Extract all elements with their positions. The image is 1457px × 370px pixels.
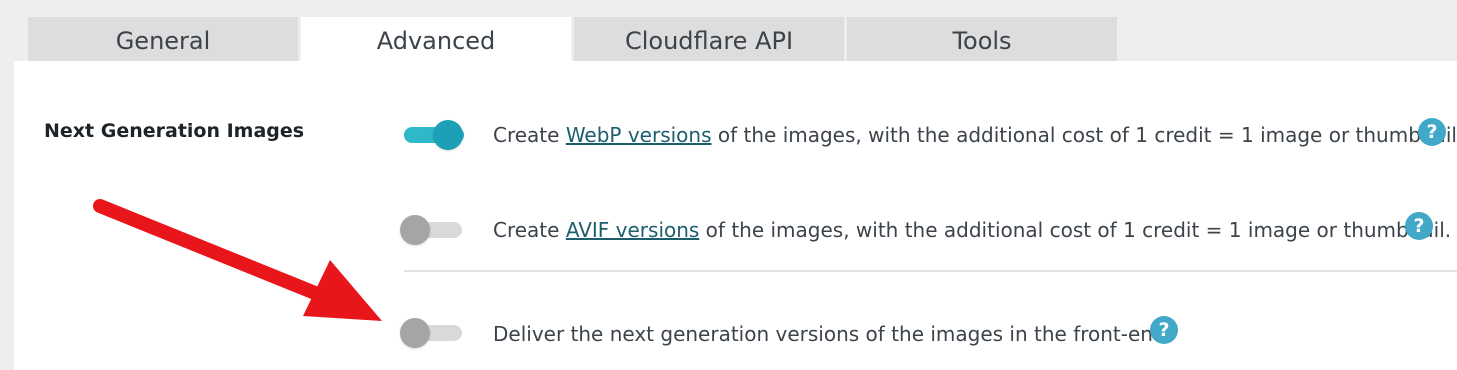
avif-suffix: of the images, with the additional cost … [699,218,1452,242]
avif-prefix: Create [493,218,566,242]
webp-suffix: of the images, with the additional cost … [711,123,1457,147]
webp-versions-link[interactable]: WebP versions [566,123,712,147]
toggle-knob [433,120,463,150]
divider [404,270,1457,272]
avif-versions-link[interactable]: AVIF versions [566,218,700,242]
avif-option-text: Create AVIF versions of the images, with… [493,218,1451,242]
toggle-knob [400,318,430,348]
webp-prefix: Create [493,123,566,147]
toggle-knob [400,215,430,245]
tab-tools[interactable]: Tools [847,17,1117,61]
webp-help-icon[interactable]: ? [1418,118,1446,146]
avif-toggle[interactable] [400,214,464,246]
webp-toggle[interactable] [402,119,466,151]
deliver-next-gen-toggle[interactable] [400,317,464,349]
webp-option-text: Create WebP versions of the images, with… [493,123,1457,147]
deliver-help-icon[interactable]: ? [1150,316,1178,344]
tab-advanced[interactable]: Advanced [301,17,571,61]
deliver-option-text: Deliver the next generation versions of … [493,322,1173,346]
tab-general[interactable]: General [28,17,298,61]
avif-help-icon[interactable]: ? [1405,212,1433,240]
section-label-next-generation-images: Next Generation Images [44,120,305,142]
settings-tabs: General Advanced Cloudflare API Tools [28,17,1120,61]
tab-cloudflare-api[interactable]: Cloudflare API [574,17,844,61]
